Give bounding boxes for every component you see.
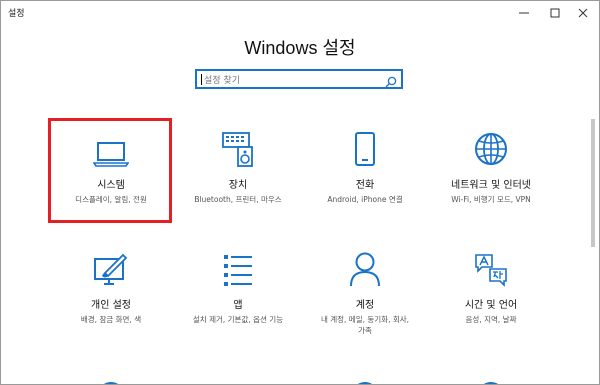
globe-icon	[473, 131, 509, 171]
tile-devices[interactable]: 장치 Bluetooth, 프린터, 마우스	[178, 131, 298, 205]
tile-network[interactable]: 네트워크 및 인터넷 Wi-Fi, 비행기 모드, VPN	[431, 131, 551, 205]
tile-title: 개인 설정	[91, 300, 131, 311]
page-title: Windows 설정	[244, 38, 356, 58]
tile-description: Wi-Fi, 비행기 모드, VPN	[451, 195, 531, 204]
tile-description: Bluetooth, 프린터, 마우스	[194, 195, 282, 204]
settings-window: 설정 Windows 설정 설정 찾기 시스템 디스플레이, 알림, 전원 장치…	[0, 0, 600, 385]
partial-row-icons	[1, 374, 599, 384]
title-bar: 설정	[1, 1, 599, 25]
tile-time-language[interactable]: 시간 및 언어 음성, 지역, 날짜	[431, 251, 551, 325]
search-category-icon[interactable]	[351, 374, 379, 384]
devices-icon	[221, 131, 255, 171]
search-icon[interactable]	[385, 73, 397, 92]
search-input[interactable]: 설정 찾기	[195, 69, 403, 89]
text-caret	[201, 74, 202, 85]
tile-title: 앱	[233, 300, 243, 311]
search-placeholder: 설정 찾기	[204, 76, 240, 86]
tile-accounts[interactable]: 계정 내 계정, 메일, 동기화, 회사, 가족	[305, 251, 425, 336]
time-language-icon	[472, 251, 510, 291]
selection-highlight	[48, 118, 172, 223]
tile-title: 네트워크 및 인터넷	[451, 180, 531, 191]
person-icon	[349, 251, 381, 291]
tile-phone[interactable]: 전화 Android, iPhone 연결	[305, 131, 425, 205]
ease-of-access-icon[interactable]	[97, 374, 125, 384]
apps-list-icon	[222, 253, 254, 291]
tile-apps[interactable]: 앱 설치 제거, 기본값, 옵션 기능	[178, 251, 298, 325]
scrollbar[interactable]	[591, 119, 595, 247]
tile-title: 장치	[228, 180, 248, 191]
privacy-icon[interactable]	[477, 374, 505, 384]
tile-title: 계정	[355, 300, 375, 311]
maximize-icon	[550, 3, 560, 22]
close-icon	[578, 3, 588, 22]
tile-description: 내 계정, 메일, 동기화, 회사, 가족	[305, 314, 425, 336]
tile-description: Android, iPhone 연결	[327, 195, 403, 204]
tile-description: 배경, 잠금 화면, 색	[80, 315, 142, 324]
tile-title: 전화	[355, 180, 375, 191]
tile-description: 음성, 지역, 날짜	[465, 315, 517, 324]
tile-title: 시간 및 언어	[464, 300, 518, 311]
window-title: 설정	[8, 9, 25, 19]
phone-icon	[354, 131, 376, 171]
tile-description: 설치 제거, 기본값, 옵션 기능	[192, 315, 284, 324]
tile-personalization[interactable]: 개인 설정 배경, 잠금 화면, 색	[51, 251, 171, 325]
tile-description-line: 내 계정, 메일, 동기화, 회사,	[320, 315, 410, 324]
minimize-icon	[519, 3, 529, 22]
minimize-button[interactable]	[507, 1, 541, 23]
personalization-icon	[93, 253, 129, 291]
gaming-icon[interactable]	[225, 374, 253, 384]
tile-description-line: 가족	[358, 326, 372, 335]
close-button[interactable]	[566, 1, 599, 23]
